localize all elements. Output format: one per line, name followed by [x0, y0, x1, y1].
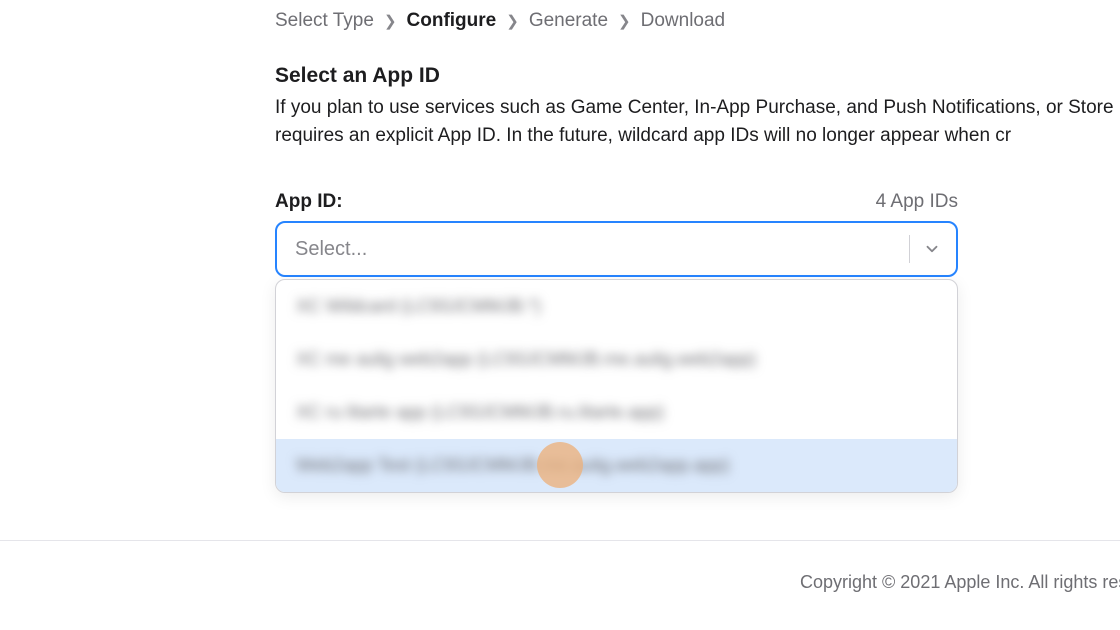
select-placeholder: Select... [295, 238, 367, 261]
section-description: If you plan to use services such as Game… [275, 94, 1120, 149]
breadcrumb-step-configure[interactable]: Configure [407, 10, 497, 32]
option-label: XC ru litarte app (LC93JCMMJB.ru.litarte… [296, 402, 664, 422]
select-control[interactable]: Select... [275, 221, 958, 277]
dropdown-option[interactable]: XC Wildcard (LC93JCMMJB.*) [276, 280, 957, 333]
separator [909, 235, 910, 263]
chevron-right-icon: ❯ [506, 12, 519, 30]
field-label-row: App ID: 4 App IDs [275, 191, 958, 213]
footer-divider [0, 540, 1120, 541]
app-id-select[interactable]: Select... XC Wildcard (LC93JCMMJB.*) XC … [275, 221, 958, 277]
dropdown-option[interactable]: XC ru litarte app (LC93JCMMJB.ru.litarte… [276, 386, 957, 439]
chevron-right-icon: ❯ [384, 12, 397, 30]
app-id-count: 4 App IDs [876, 191, 958, 213]
option-label: Web2app Test (LC93JCMMJB.me.aulig.web2ap… [296, 455, 730, 475]
section-title: Select an App ID [275, 64, 1120, 88]
dropdown-option[interactable]: Web2app Test (LC93JCMMJB.me.aulig.web2ap… [276, 439, 957, 492]
breadcrumb-step-select-type[interactable]: Select Type [275, 10, 374, 32]
app-id-label: App ID: [275, 191, 343, 213]
chevron-right-icon: ❯ [618, 12, 631, 30]
dropdown-option[interactable]: XC me aulig web2app (LC93JCMMJB.me.aulig… [276, 333, 957, 386]
breadcrumb-step-download[interactable]: Download [641, 10, 726, 32]
option-label: XC me aulig web2app (LC93JCMMJB.me.aulig… [296, 349, 756, 369]
breadcrumb: Select Type ❯ Configure ❯ Generate ❯ Dow… [275, 10, 1120, 32]
select-indicators [909, 223, 946, 275]
option-label: XC Wildcard (LC93JCMMJB.*) [296, 296, 541, 316]
footer-copyright: Copyright © 2021 Apple Inc. All rights r… [800, 572, 1120, 593]
dropdown-menu: XC Wildcard (LC93JCMMJB.*) XC me aulig w… [275, 279, 958, 493]
chevron-down-icon[interactable] [918, 235, 946, 263]
breadcrumb-step-generate[interactable]: Generate [529, 10, 608, 32]
